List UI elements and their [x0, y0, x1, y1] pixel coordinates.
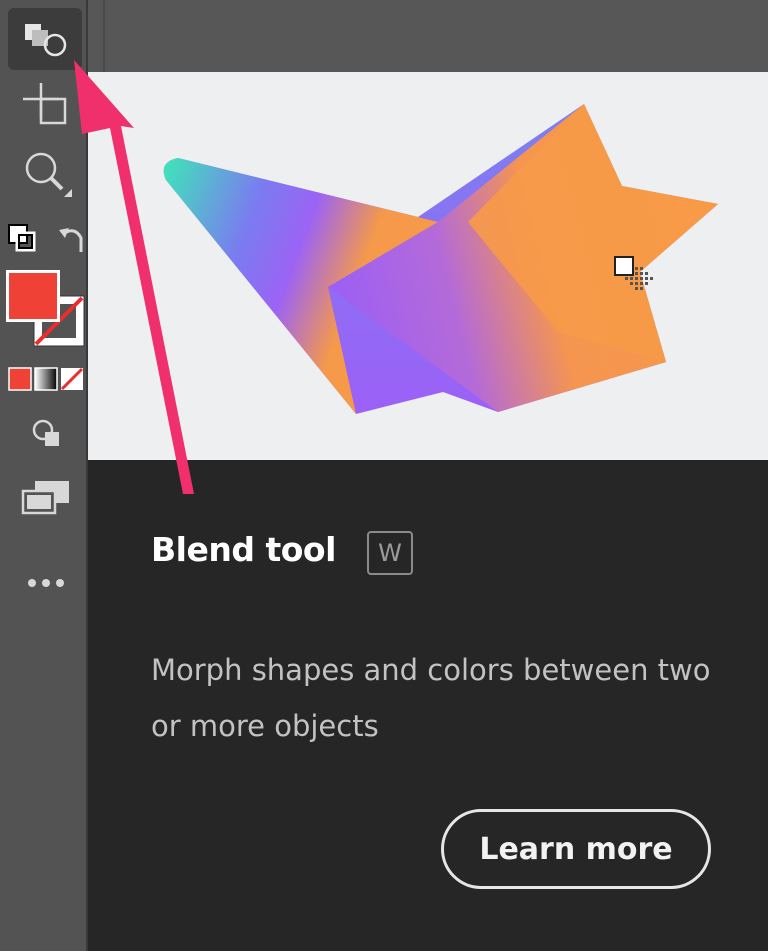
strip-separator — [103, 0, 105, 72]
tooltip-title: Blend tool — [151, 530, 336, 569]
learn-more-button[interactable]: Learn more — [441, 809, 711, 889]
more-icon — [28, 579, 64, 587]
blend-icon — [25, 24, 67, 57]
zoom-tool-button[interactable] — [18, 145, 78, 200]
blend-preview-image — [88, 72, 768, 460]
swap-fill-stroke-button[interactable] — [56, 220, 86, 256]
tool-tooltip-card: Blend tool W Morph shapes and colors bet… — [88, 72, 768, 951]
zoom-icon — [25, 152, 72, 197]
draw-modes-button[interactable] — [28, 416, 64, 450]
tooltip-description: Morph shapes and colors between two or m… — [151, 653, 711, 743]
screen-modes-button[interactable] — [18, 476, 74, 518]
swap-icon — [59, 228, 83, 252]
color-modes-button[interactable] — [8, 366, 84, 394]
fill-stroke-swatch[interactable] — [4, 268, 86, 350]
screen-mode-icon — [21, 481, 69, 515]
artboard-icon — [23, 83, 67, 125]
artboard-tool-button[interactable] — [14, 80, 74, 130]
blend-tool-button[interactable] — [8, 8, 82, 70]
keyboard-shortcut-badge: W — [367, 531, 413, 575]
edit-toolbar-button[interactable] — [20, 570, 72, 596]
top-panel-strip — [88, 0, 768, 72]
draw-mode-icon — [32, 419, 59, 446]
default-fill-stroke-button[interactable] — [4, 220, 40, 256]
default-colors-icon — [8, 224, 36, 252]
tools-panel — [0, 0, 86, 951]
color-gradient-none-icon — [8, 367, 84, 391]
fill-stroke-icon — [6, 270, 85, 347]
